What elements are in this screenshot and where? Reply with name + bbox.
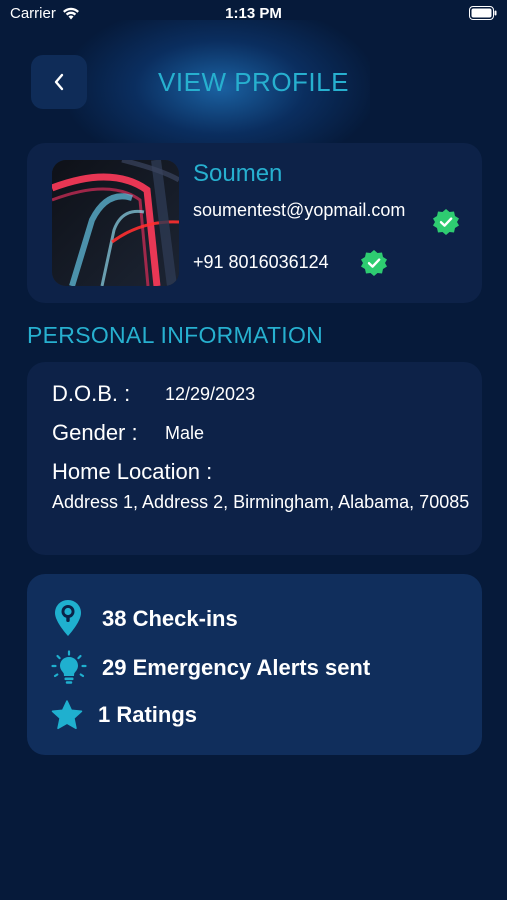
stat-emergency-alerts: 29 Emergency Alerts sent xyxy=(102,655,371,680)
star-icon xyxy=(51,700,83,730)
personal-information-card: D.O.B. : 12/29/2023 Gender : Male Home L… xyxy=(27,362,482,555)
dob-label: D.O.B. : xyxy=(52,381,131,406)
stat-checkins: 38 Check-ins xyxy=(102,606,238,631)
dob-value: 12/29/2023 xyxy=(165,384,256,404)
profile-email: soumentest@yopmail.com xyxy=(193,200,406,220)
location-pin-icon xyxy=(55,600,81,636)
home-location-label: Home Location : xyxy=(52,459,213,484)
profile-name: Soumen xyxy=(193,160,283,187)
page-title: VIEW PROFILE xyxy=(158,67,349,97)
gender-value: Male xyxy=(165,423,205,443)
avatar[interactable] xyxy=(52,160,179,286)
status-time: 1:13 PM xyxy=(225,5,282,22)
profile-card: Soumen soumentest@yopmail.com +91 801603… xyxy=(27,143,482,303)
profile-phone: +91 8016036124 xyxy=(193,252,329,272)
stat-ratings: 1 Ratings xyxy=(98,702,198,727)
stats-card: 38 Check-ins 29 Emergency Alerts sent 1 … xyxy=(27,574,482,755)
verified-badge-icon xyxy=(433,209,459,235)
personal-information-heading: PERSONAL INFORMATION xyxy=(27,322,324,348)
lightbulb-icon xyxy=(51,650,87,684)
status-bar: Carrier 1:13 PM xyxy=(0,0,507,28)
verified-badge-icon xyxy=(361,250,387,276)
gender-label: Gender : xyxy=(52,420,138,445)
battery-icon xyxy=(469,6,497,24)
home-location-value: Address 1, Address 2, Birmingham, Alabam… xyxy=(52,492,470,512)
